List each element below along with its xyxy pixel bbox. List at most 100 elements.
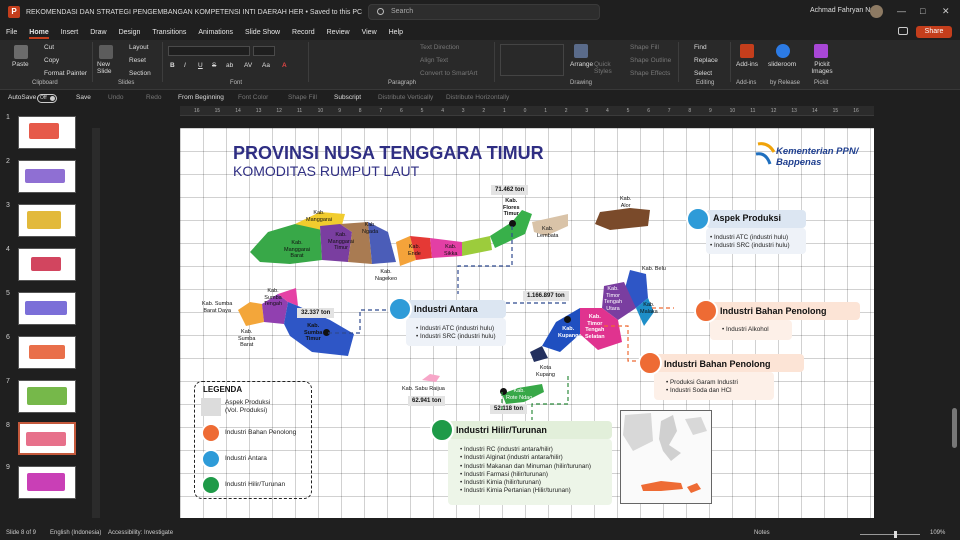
distribute-horizontally-button[interactable]: Distribute Horizontally [446, 94, 509, 101]
legend-label-bahan-penolong: Industri Bahan Penolong [225, 429, 297, 436]
close-button[interactable]: ✕ [942, 6, 950, 17]
paste-icon[interactable] [14, 45, 28, 59]
tab-view[interactable]: View [362, 29, 377, 36]
underline-button[interactable]: U [198, 62, 203, 69]
zoom-level[interactable]: 109% [930, 530, 945, 536]
tab-draw[interactable]: Draw [90, 29, 106, 36]
spacing-button[interactable]: AV [244, 62, 252, 69]
hilir-title: Industri Hilir/Turunan [456, 425, 547, 435]
font-color-button[interactable]: A [282, 62, 287, 69]
slideroom-button[interactable]: slideroom [768, 61, 796, 68]
shape-fill-qat[interactable]: Shape Fill [288, 94, 317, 101]
slideroom-icon[interactable] [776, 44, 790, 58]
pickit-icon[interactable] [814, 44, 828, 58]
text-direction-button[interactable]: Text Direction [420, 44, 459, 51]
search-box[interactable]: Search [368, 4, 600, 20]
slide-thumbnail-5[interactable] [18, 292, 76, 325]
addins-icon[interactable] [740, 44, 754, 58]
tab-transitions[interactable]: Transitions [152, 29, 186, 36]
italic-button[interactable]: I [184, 62, 186, 69]
slide-thumbnail-2[interactable] [18, 160, 76, 193]
slide-thumbnail-9[interactable] [18, 466, 76, 499]
align-text-button[interactable]: Align Text [420, 57, 448, 64]
shape-effects-button[interactable]: Shape Effects [630, 70, 670, 77]
font-size-box[interactable] [253, 46, 275, 56]
bold-button[interactable]: B [170, 62, 175, 69]
shape-outline-button[interactable]: Shape Outline [630, 57, 671, 64]
replace-button[interactable]: Replace [694, 57, 718, 64]
font-name-box[interactable] [168, 46, 250, 56]
shadow-button[interactable]: ab [226, 62, 233, 69]
share-button[interactable]: Share [916, 26, 952, 38]
avatar[interactable] [870, 5, 883, 18]
accessibility-status[interactable]: Accessibility: Investigate [108, 530, 173, 536]
bahan-penolong-2-list: Produksi Garam Industri Industri Soda da… [666, 379, 738, 396]
ruler-tick: 1 [503, 108, 506, 114]
slide-thumbnail-4[interactable] [18, 248, 76, 281]
pickit-images-button[interactable]: Pickit Images [810, 61, 834, 75]
format-painter-button[interactable]: Format Painter [44, 70, 87, 77]
slide-thumbnail-6[interactable] [18, 336, 76, 369]
tab-slide-show[interactable]: Slide Show [245, 29, 280, 36]
industri-antara-list: Industri ATC (industri hulu) Industri SR… [416, 325, 496, 342]
aspek-produksi-title: Aspek Produksi [713, 213, 782, 223]
shapes-gallery[interactable] [500, 44, 564, 76]
from-beginning-button[interactable]: From Beginning [178, 94, 224, 101]
select-button[interactable]: Select [694, 70, 712, 77]
convert-smartart-button[interactable]: Convert to SmartArt [420, 70, 477, 77]
copy-button[interactable]: Copy [44, 57, 59, 64]
thumb-number: 3 [6, 202, 10, 209]
tab-design[interactable]: Design [119, 29, 141, 36]
arrange-button[interactable]: Arrange [570, 61, 593, 68]
tab-file[interactable]: File [6, 29, 17, 36]
maximize-button[interactable]: □ [920, 6, 925, 16]
slide-thumbnail-3[interactable] [18, 204, 76, 237]
tab-review[interactable]: Review [327, 29, 350, 36]
zoom-slider-thumb[interactable] [894, 531, 897, 538]
subscript-button[interactable]: Subscript [334, 94, 361, 101]
tab-home[interactable]: Home [29, 29, 50, 39]
legend-box[interactable]: LEGENDA Aspek Produksi (Vol. Produksi) I… [194, 381, 312, 499]
font-color-qat[interactable]: Font Color [238, 94, 268, 101]
tab-insert[interactable]: Insert [61, 29, 79, 36]
tab-record[interactable]: Record [292, 29, 315, 36]
tab-animations[interactable]: Animations [198, 29, 233, 36]
autosave-toggle[interactable]: Off [37, 94, 57, 103]
paste-button[interactable]: Paste [12, 61, 29, 68]
slide-canvas[interactable]: PROVINSI NUSA TENGGARA TIMUR KOMODITAS R… [180, 128, 874, 518]
pickit-group-label: Pickit [814, 80, 829, 86]
layout-button[interactable]: Layout [129, 44, 149, 51]
strikethrough-button[interactable]: S [212, 62, 216, 69]
new-slide-icon[interactable] [99, 45, 113, 59]
slide-thumbnail-1[interactable] [18, 116, 76, 149]
language-indicator[interactable]: English (Indonesia) [50, 530, 101, 536]
minimize-button[interactable]: — [897, 6, 906, 16]
vertical-scrollbar[interactable] [950, 108, 958, 526]
arrange-icon[interactable] [574, 44, 588, 58]
inset-map[interactable] [620, 410, 712, 504]
undo-button[interactable]: Undo [108, 94, 124, 101]
list-item: Industri Kimia Pertanian (Hilir/turunan) [460, 487, 591, 495]
zoom-slider[interactable] [860, 534, 920, 535]
ruler-tick: 16 [194, 108, 200, 114]
quick-styles-button[interactable]: Quick Styles [594, 61, 616, 75]
new-slide-button[interactable]: New Slide [97, 61, 117, 75]
scrollbar-thumb[interactable] [952, 408, 957, 448]
bahan-penolong-2-title: Industri Bahan Penolong [664, 359, 771, 369]
reset-button[interactable]: Reset [129, 57, 146, 64]
redo-button[interactable]: Redo [146, 94, 162, 101]
section-button[interactable]: Section [129, 70, 151, 77]
change-case-button[interactable]: Aa [262, 62, 270, 69]
save-button[interactable]: Save [76, 94, 91, 101]
slide-thumbnail-8[interactable] [18, 422, 76, 455]
slide-thumbnail-7[interactable] [18, 380, 76, 413]
user-name[interactable]: Achmad Fahryan Nur [810, 7, 877, 14]
shape-fill-button[interactable]: Shape Fill [630, 44, 659, 51]
tab-help[interactable]: Help [389, 29, 403, 36]
cut-button[interactable]: Cut [44, 44, 54, 51]
addins-button[interactable]: Add-ins [736, 61, 758, 68]
find-button[interactable]: Find [694, 44, 707, 51]
notes-button[interactable]: Notes [754, 530, 770, 536]
comments-icon[interactable] [898, 27, 908, 35]
distribute-vertically-button[interactable]: Distribute Vertically [378, 94, 433, 101]
